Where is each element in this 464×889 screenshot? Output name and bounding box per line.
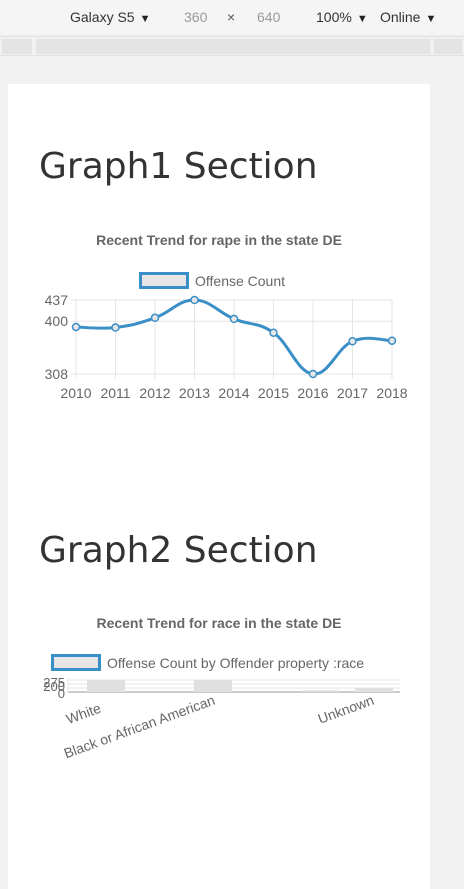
x-tick-label: 2010 bbox=[60, 385, 91, 401]
x-tick-label: White bbox=[64, 700, 103, 727]
graph2-title: Recent Trend for race in the state DE bbox=[96, 615, 342, 631]
chevron-down-icon: ▼ bbox=[139, 13, 151, 25]
bar bbox=[194, 680, 232, 692]
x-tick-label: 2017 bbox=[337, 385, 368, 401]
width-input[interactable]: 360 bbox=[184, 9, 207, 25]
device-toolbar: Galaxy S5 ▼ 360 × 640 100% ▼ Online ▼ bbox=[0, 0, 464, 34]
y-tick-label: 0 bbox=[58, 686, 65, 701]
data-point bbox=[229, 314, 239, 324]
legend-label: Offense Count by Offender property :race bbox=[107, 655, 365, 671]
y-tick-label: 437 bbox=[45, 292, 69, 308]
x-tick-label: 2013 bbox=[179, 385, 210, 401]
graph2-heading: Graph2 Section bbox=[39, 530, 318, 571]
x-tick-label: 2012 bbox=[139, 385, 170, 401]
data-point bbox=[71, 322, 81, 332]
media-query-bar[interactable] bbox=[0, 36, 464, 56]
data-point bbox=[111, 323, 120, 332]
graph1-heading: Graph1 Section bbox=[39, 146, 318, 187]
media-query-segment[interactable] bbox=[434, 39, 462, 54]
legend-swatch bbox=[51, 654, 101, 671]
graph2-legend[interactable]: Offense Count by Offender property :race bbox=[51, 654, 364, 671]
x-tick-label: Black or African American bbox=[62, 692, 217, 762]
data-point bbox=[387, 336, 397, 345]
height-input[interactable]: 640 bbox=[257, 9, 280, 25]
network-select[interactable]: Online ▼ bbox=[380, 9, 436, 25]
media-query-segment[interactable] bbox=[2, 39, 32, 54]
times-icon: × bbox=[227, 9, 236, 25]
bar bbox=[302, 690, 340, 692]
graph1-title: Recent Trend for rape in the state DE bbox=[96, 232, 342, 248]
data-point bbox=[150, 313, 160, 323]
bar bbox=[355, 687, 393, 692]
zoom-label: 100% bbox=[316, 9, 352, 25]
zoom-select[interactable]: 100% ▼ bbox=[316, 9, 368, 25]
device-select[interactable]: Galaxy S5 ▼ bbox=[70, 9, 150, 25]
chevron-down-icon: ▼ bbox=[356, 13, 368, 25]
x-tick-label: 2011 bbox=[100, 385, 130, 401]
data-point bbox=[190, 295, 199, 305]
device-viewport: Graph1 Section Recent Trend for rape in … bbox=[8, 84, 430, 889]
y-tick-label: 308 bbox=[45, 366, 69, 382]
y-tick-label: 400 bbox=[45, 313, 69, 329]
legend-label: Offense Count bbox=[195, 273, 286, 289]
x-tick-label: Unknown bbox=[316, 692, 376, 727]
data-point bbox=[269, 328, 278, 337]
device-label: Galaxy S5 bbox=[70, 9, 135, 25]
media-query-segment[interactable] bbox=[36, 39, 430, 54]
x-tick-label: 2014 bbox=[218, 385, 249, 401]
network-label: Online bbox=[380, 9, 421, 25]
x-tick-label: 2016 bbox=[297, 385, 328, 401]
graph1-chart: 2010 2011 2012 2013 2014 2015 2016 2017 2018 437 4… bbox=[45, 292, 408, 401]
graph1-legend[interactable]: Offense Count bbox=[139, 272, 285, 289]
legend-swatch bbox=[139, 272, 189, 289]
bar bbox=[87, 680, 125, 692]
data-point bbox=[308, 369, 318, 379]
graph2-chart: 2752000WhiteBlack or African American Unk… bbox=[43, 675, 400, 762]
x-tick-label: 2015 bbox=[258, 385, 289, 401]
data-point bbox=[348, 337, 357, 346]
x-tick-label: 2018 bbox=[376, 385, 407, 401]
chevron-down-icon: ▼ bbox=[425, 13, 437, 25]
